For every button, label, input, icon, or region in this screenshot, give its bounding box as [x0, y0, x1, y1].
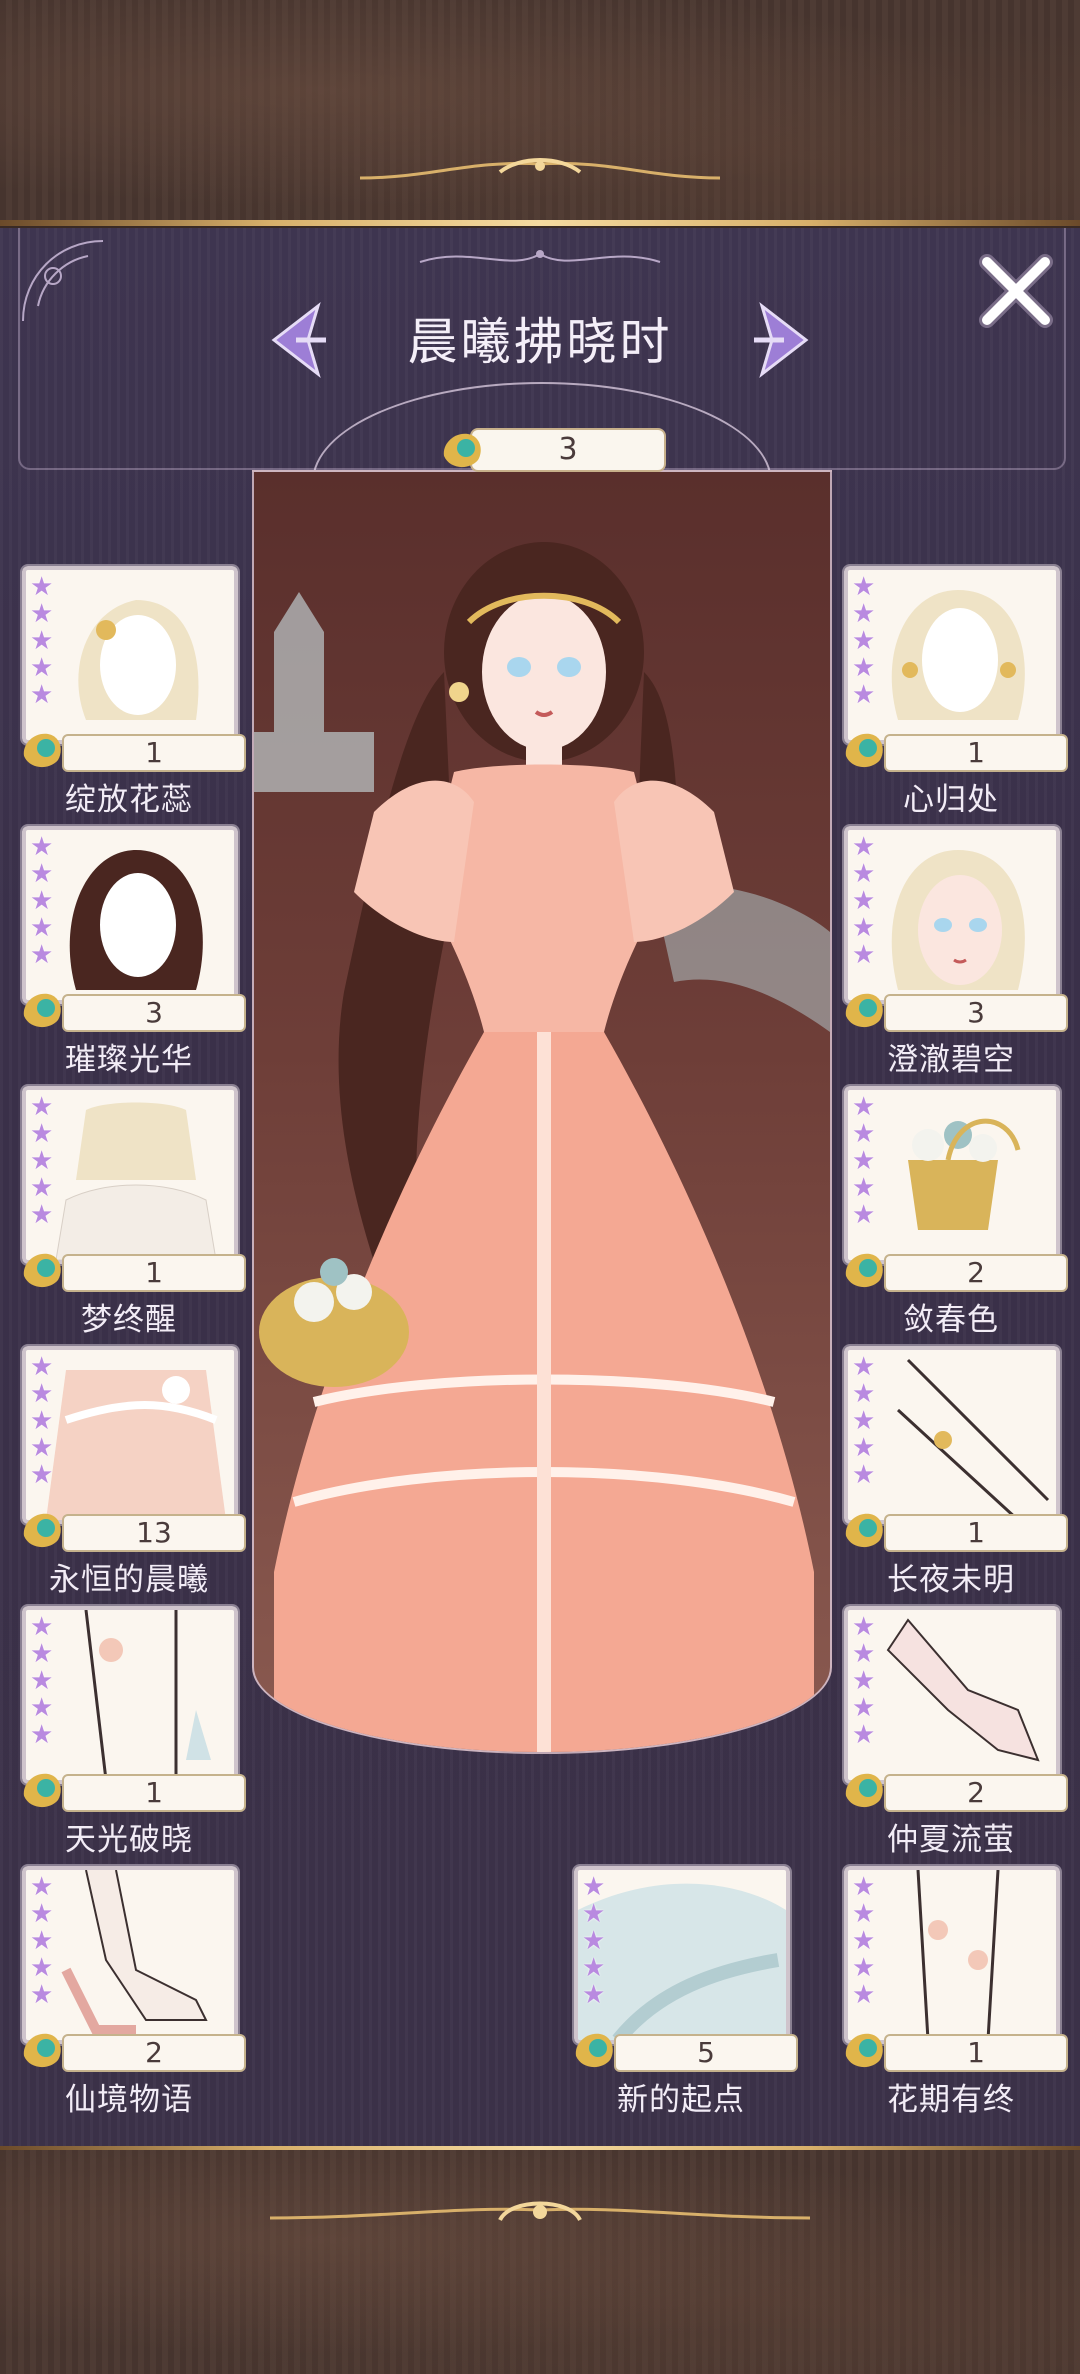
close-icon[interactable] — [975, 250, 1057, 332]
item-frame[interactable]: ★ ★ ★ ★ ★ — [20, 1084, 240, 1266]
star-rating: ★ ★ ★ ★ ★ — [852, 572, 876, 710]
item-quantity: 1 — [62, 1254, 246, 1292]
gem-badge-icon — [845, 1253, 883, 1288]
gem-badge-icon — [23, 993, 61, 1028]
top-wood-border — [0, 0, 1080, 226]
item-frame[interactable]: ★ ★ ★ ★ ★ — [572, 1864, 792, 2046]
item-name: 澄澈碧空 — [887, 1042, 1015, 1078]
item-frame[interactable]: ★ ★ ★ ★ ★ — [20, 1604, 240, 1786]
bottom-ornament-icon — [269, 2201, 811, 2222]
item-frame[interactable]: ★ ★ ★ ★ ★ — [842, 1344, 1062, 1526]
item-frame[interactable]: ★ ★ ★ ★ ★ — [20, 824, 240, 1006]
star-rating: ★ ★ ★ ★ ★ — [852, 832, 876, 970]
item-frame[interactable]: ★ ★ ★ ★ ★ — [20, 564, 240, 746]
item-frame[interactable]: ★ ★ ★ ★ ★ — [20, 1864, 240, 2046]
next-suit-arrow-icon[interactable] — [744, 300, 824, 380]
character-stage — [252, 470, 832, 1754]
star-rating: ★ ★ ★ ★ ★ — [30, 1352, 54, 1490]
star-rating: ★ ★ ★ ★ ★ — [30, 832, 54, 970]
item-name: 天光破晓 — [65, 1822, 193, 1858]
item-name: 新的起点 — [617, 2082, 745, 2118]
star-rating: ★ ★ ★ ★ ★ — [30, 572, 54, 710]
item-quantity: 2 — [884, 1254, 1068, 1292]
item-quantity: 1 — [62, 734, 246, 772]
suit-count-field: 3 — [470, 428, 666, 472]
header-ornament-icon — [419, 250, 661, 263]
top-ornament-icon — [359, 158, 721, 180]
item-frame[interactable]: ★ ★ ★ ★ ★ — [842, 1604, 1062, 1786]
item-name: 心归处 — [903, 782, 999, 818]
gem-badge-icon — [845, 733, 883, 768]
item-name: 仙境物语 — [65, 2082, 193, 2118]
item-name: 敛春色 — [903, 1302, 999, 1338]
item-frame[interactable]: ★ ★ ★ ★ ★ — [842, 824, 1062, 1006]
star-rating: ★ ★ ★ ★ ★ — [852, 1612, 876, 1750]
star-rating: ★ ★ ★ ★ ★ — [852, 1352, 876, 1490]
item-name: 永恒的晨曦 — [49, 1562, 209, 1598]
item-quantity: 2 — [884, 1774, 1068, 1812]
item-frame[interactable]: ★ ★ ★ ★ ★ — [20, 1344, 240, 1526]
item-name: 仲夏流萤 — [887, 1822, 1015, 1858]
gem-badge-icon — [23, 1773, 61, 1808]
character-illustration — [254, 542, 830, 1752]
gem-badge-icon — [845, 1513, 883, 1548]
item-quantity: 3 — [884, 994, 1068, 1032]
suit-count-value: 3 — [558, 432, 578, 467]
bottom-wood-border — [0, 2150, 1080, 2374]
item-quantity: 5 — [614, 2034, 798, 2072]
gem-badge-icon — [23, 1253, 61, 1288]
item-quantity: 1 — [884, 1514, 1068, 1552]
star-rating: ★ ★ ★ ★ ★ — [852, 1092, 876, 1230]
gem-badge-icon — [23, 1513, 61, 1548]
top-gold-trim — [0, 220, 1080, 226]
item-name: 绽放花蕊 — [65, 782, 193, 818]
gem-badge-icon — [23, 733, 61, 768]
item-frame[interactable]: ★ ★ ★ ★ ★ — [842, 1864, 1062, 2046]
item-quantity: 13 — [62, 1514, 246, 1552]
item-name: 璀璨光华 — [65, 1042, 193, 1078]
star-rating: ★ ★ ★ ★ ★ — [582, 1872, 606, 2010]
suit-gem-badge-icon — [443, 433, 481, 468]
star-rating: ★ ★ ★ ★ ★ — [30, 1612, 54, 1750]
star-rating: ★ ★ ★ ★ ★ — [30, 1092, 54, 1230]
gem-badge-icon — [845, 2033, 883, 2068]
gem-badge-icon — [575, 2033, 613, 2068]
item-quantity: 1 — [884, 734, 1068, 772]
item-quantity: 1 — [884, 2034, 1068, 2072]
suit-title: 晨曦拂晓时 — [407, 313, 673, 371]
item-name: 花期有终 — [887, 2082, 1015, 2118]
item-quantity: 2 — [62, 2034, 246, 2072]
star-rating: ★ ★ ★ ★ ★ — [30, 1872, 54, 2010]
item-quantity: 1 — [62, 1774, 246, 1812]
item-frame[interactable]: ★ ★ ★ ★ ★ — [842, 564, 1062, 746]
item-quantity: 3 — [62, 994, 246, 1032]
gem-badge-icon — [845, 993, 883, 1028]
item-name: 梦终醒 — [81, 1302, 177, 1338]
item-frame[interactable]: ★ ★ ★ ★ ★ — [842, 1084, 1062, 1266]
gem-badge-icon — [23, 2033, 61, 2068]
item-name: 长夜未明 — [887, 1562, 1015, 1598]
gem-badge-icon — [845, 1773, 883, 1808]
star-rating: ★ ★ ★ ★ ★ — [852, 1872, 876, 2010]
